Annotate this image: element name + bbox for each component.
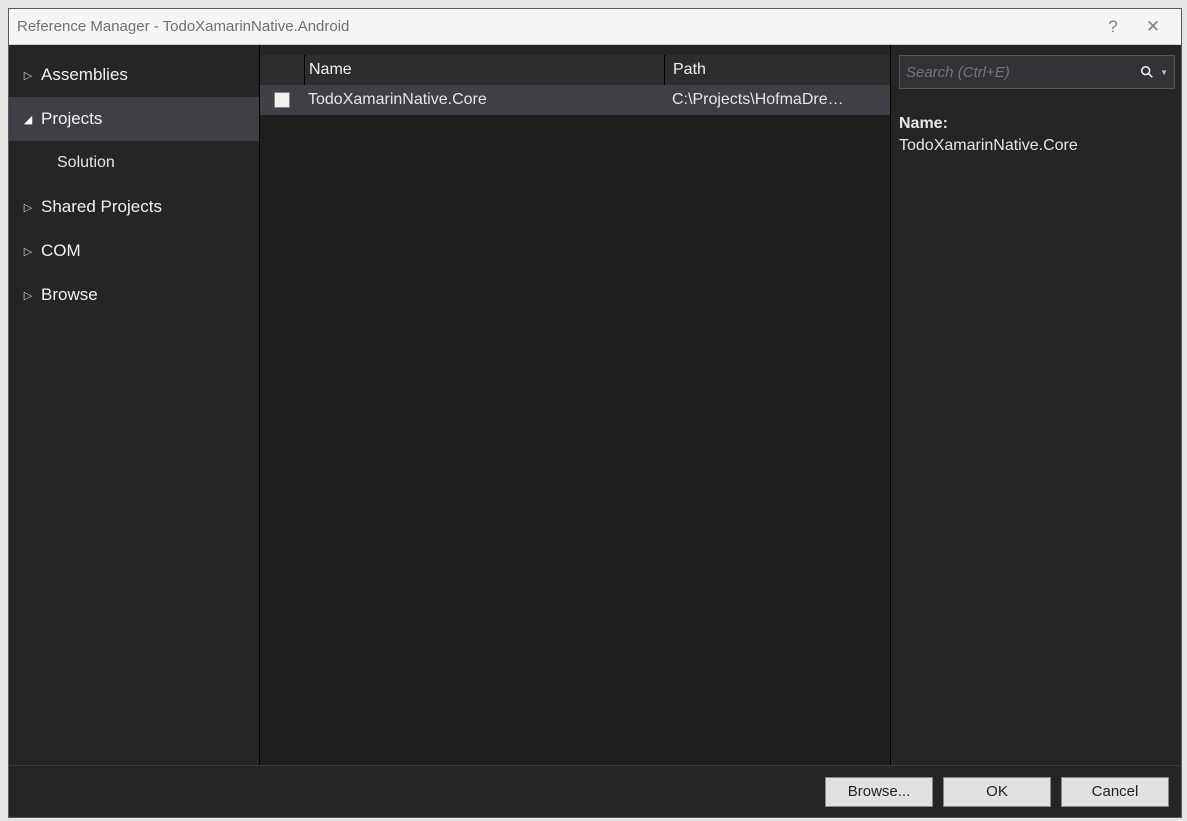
content-area: ▷ Assemblies ◢ Projects Solution ▷ Share… <box>9 45 1181 765</box>
column-header-name[interactable]: Name <box>304 55 664 85</box>
list-row[interactable]: TodoXamarinNative.Core C:\Projects\Hofma… <box>260 85 890 115</box>
sidebar-item-label: Solution <box>57 154 115 172</box>
row-path: C:\Projects\HofmaDre… <box>664 91 890 109</box>
sidebar-item-label: Browse <box>41 285 98 305</box>
sidebar-subitem-solution[interactable]: Solution <box>9 141 259 185</box>
chevron-right-icon: ▷ <box>21 245 35 258</box>
sidebar-item-shared-projects[interactable]: ▷ Shared Projects <box>9 185 259 229</box>
cancel-button[interactable]: Cancel <box>1061 777 1169 807</box>
details-name-label: Name: <box>899 115 1181 133</box>
list-header: Name Path <box>260 55 890 85</box>
browse-button[interactable]: Browse... <box>825 777 933 807</box>
footer: Browse... OK Cancel <box>9 765 1181 817</box>
row-name: TodoXamarinNative.Core <box>304 91 664 109</box>
sidebar-item-browse[interactable]: ▷ Browse <box>9 273 259 317</box>
sidebar-item-label: Assemblies <box>41 65 128 85</box>
details-pane: ▼ Name: TodoXamarinNative.Core <box>891 45 1181 765</box>
chevron-right-icon: ▷ <box>21 201 35 214</box>
chevron-right-icon: ▷ <box>21 289 35 302</box>
sidebar-item-projects[interactable]: ◢ Projects <box>9 97 259 141</box>
help-button[interactable]: ? <box>1093 9 1133 45</box>
reference-list: Name Path TodoXamarinNative.Core C:\Proj… <box>259 45 891 765</box>
reference-manager-window: Reference Manager - TodoXamarinNative.An… <box>8 8 1182 818</box>
row-checkbox-cell <box>260 92 304 108</box>
chevron-down-icon: ▼ <box>1160 68 1168 77</box>
search-input[interactable] <box>906 64 1134 81</box>
titlebar: Reference Manager - TodoXamarinNative.An… <box>9 9 1181 45</box>
column-header-path[interactable]: Path <box>664 55 890 85</box>
search-box[interactable]: ▼ <box>899 55 1175 89</box>
details-name-value: TodoXamarinNative.Core <box>899 137 1181 155</box>
chevron-down-icon: ◢ <box>21 113 35 126</box>
sidebar-item-label: Shared Projects <box>41 197 162 217</box>
sidebar-item-assemblies[interactable]: ▷ Assemblies <box>9 53 259 97</box>
sidebar-item-label: COM <box>41 241 81 261</box>
window-title: Reference Manager - TodoXamarinNative.An… <box>17 18 1093 35</box>
chevron-right-icon: ▷ <box>21 69 35 82</box>
sidebar: ▷ Assemblies ◢ Projects Solution ▷ Share… <box>9 45 259 765</box>
close-button[interactable]: ✕ <box>1133 9 1173 45</box>
sidebar-item-label: Projects <box>41 109 102 129</box>
ok-button[interactable]: OK <box>943 777 1051 807</box>
list-top-gap <box>260 45 890 55</box>
row-checkbox[interactable] <box>274 92 290 108</box>
search-icon[interactable]: ▼ <box>1140 65 1168 79</box>
sidebar-item-com[interactable]: ▷ COM <box>9 229 259 273</box>
list-empty-space <box>260 115 890 765</box>
